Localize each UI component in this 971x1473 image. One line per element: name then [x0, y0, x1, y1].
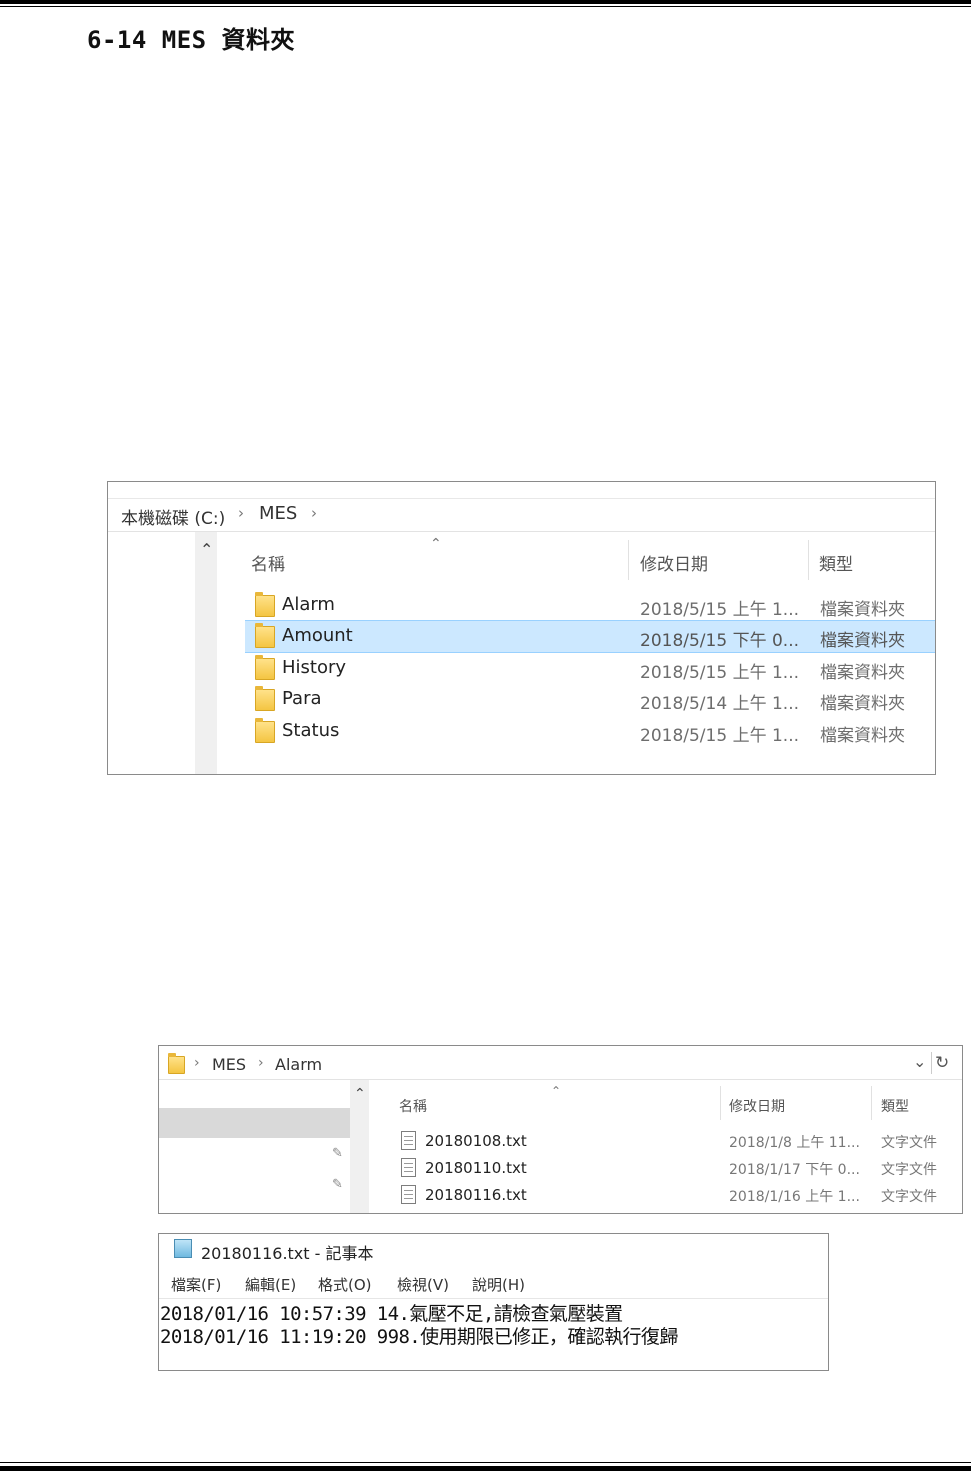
pin-icon[interactable]: ✎: [332, 1146, 343, 1161]
sort-ascending-icon: ⌃: [430, 536, 442, 552]
item-modified: 2018/5/14 上午 1...: [640, 694, 800, 714]
column-header-name[interactable]: 名稱: [399, 1096, 427, 1116]
text-file-icon: [401, 1185, 416, 1204]
menu-file[interactable]: 檔案(F): [171, 1274, 221, 1295]
item-type: 檔案資料夾: [820, 663, 905, 683]
list-item[interactable]: History 2018/5/15 上午 1... 檔案資料夾: [245, 652, 935, 683]
chevron-right-icon: ›: [194, 1055, 200, 1071]
bottom-rule-thick: [0, 1466, 971, 1471]
folder-icon: [255, 623, 275, 648]
item-type: 檔案資料夾: [820, 694, 905, 714]
refresh-icon[interactable]: ↻: [935, 1053, 949, 1073]
item-modified: 2018/5/15 下午 0...: [640, 631, 800, 651]
column-header-type[interactable]: 類型: [819, 550, 853, 575]
item-name: 20180116.txt: [425, 1186, 527, 1204]
folder-icon: [255, 655, 275, 680]
item-name: Alarm: [282, 594, 335, 615]
sort-ascending-icon: ⌃: [551, 1084, 562, 1098]
item-modified: 2018/5/15 上午 1...: [640, 726, 800, 746]
menu-format[interactable]: 格式(O): [318, 1274, 372, 1295]
pin-icon[interactable]: ✎: [332, 1177, 343, 1192]
column-header-name[interactable]: 名稱: [251, 550, 285, 575]
list-item[interactable]: Para 2018/5/14 上午 1... 檔案資料夾: [245, 683, 935, 714]
item-name: 20180110.txt: [425, 1159, 527, 1177]
list-item[interactable]: Status 2018/5/15 上午 1... 檔案資料夾: [245, 715, 935, 746]
chevron-right-icon: ›: [238, 504, 244, 522]
breadcrumb-drive-c[interactable]: 本機磁碟 (C:): [121, 504, 225, 529]
column-divider[interactable]: [808, 540, 809, 580]
column-header-modified[interactable]: 修改日期: [729, 1096, 785, 1116]
item-type: 文字文件: [881, 1135, 937, 1151]
menu-edit[interactable]: 編輯(E): [245, 1274, 296, 1295]
title-bar[interactable]: 20180116.txt - 記事本: [159, 1234, 828, 1266]
menu-help[interactable]: 說明(H): [472, 1274, 525, 1295]
item-modified: 2018/1/8 上午 11...: [729, 1135, 860, 1151]
top-rule-thin: [0, 6, 971, 7]
item-type: 文字文件: [881, 1162, 937, 1178]
menu-view[interactable]: 檢視(V): [397, 1274, 449, 1295]
breadcrumb-mes[interactable]: MES: [212, 1055, 246, 1074]
folder-icon: [255, 592, 275, 617]
breadcrumb-alarm[interactable]: Alarm: [275, 1055, 322, 1074]
scroll-up-arrow-icon[interactable]: ⌃: [200, 540, 213, 559]
notepad-icon: [174, 1239, 192, 1258]
top-rule-thick: [0, 0, 971, 4]
list-item-selected[interactable]: Amount 2018/5/15 下午 0... 檔案資料夾: [245, 620, 935, 653]
item-type: 文字文件: [881, 1189, 937, 1205]
column-divider[interactable]: [720, 1086, 721, 1120]
list-item[interactable]: 20180108.txt 2018/1/8 上午 11... 文字文件: [394, 1128, 962, 1155]
address-bar[interactable]: › MES › Alarm ⌄ ↻: [159, 1046, 962, 1080]
section-heading: 6-14 MES 資料夾: [87, 26, 296, 54]
breadcrumb-mes[interactable]: MES: [259, 503, 297, 524]
column-divider[interactable]: [628, 540, 629, 580]
item-name: Status: [282, 720, 340, 741]
column-header-type[interactable]: 類型: [881, 1096, 909, 1116]
list-item[interactable]: 20180116.txt 2018/1/16 上午 1... 文字文件: [394, 1182, 962, 1209]
folder-icon: [255, 718, 275, 743]
notepad-window: 20180116.txt - 記事本 檔案(F) 編輯(E) 格式(O) 檢視(…: [158, 1233, 829, 1371]
window-title: 20180116.txt - 記事本: [201, 1244, 374, 1263]
item-modified: 2018/5/15 上午 1...: [640, 663, 800, 683]
nav-pane-highlight[interactable]: [159, 1108, 350, 1138]
address-divider: [931, 1052, 932, 1074]
bottom-rule-thin: [0, 1462, 971, 1463]
text-file-icon: [401, 1131, 416, 1150]
chevron-down-icon[interactable]: ⌄: [913, 1052, 926, 1071]
list-item[interactable]: Alarm 2018/5/15 上午 1... 檔案資料夾: [245, 589, 935, 620]
list-item[interactable]: 20180110.txt 2018/1/17 下午 0... 文字文件: [394, 1155, 962, 1182]
item-name: Amount: [282, 625, 353, 646]
item-modified: 2018/5/15 上午 1...: [640, 600, 800, 620]
item-name: History: [282, 657, 347, 678]
chevron-right-icon: ›: [311, 504, 317, 522]
chevron-right-icon: ›: [258, 1055, 264, 1071]
item-modified: 2018/1/17 下午 0...: [729, 1162, 860, 1178]
nav-pane-scrollbar[interactable]: [195, 532, 217, 774]
column-divider[interactable]: [871, 1086, 872, 1120]
item-type: 檔案資料夾: [820, 631, 905, 651]
scroll-up-arrow-icon[interactable]: ⌃: [354, 1086, 366, 1102]
explorer-mes-window: 本機磁碟 (C:) › MES › ⌃ 名稱 ⌃ 修改日期 類型 Alarm 2…: [107, 481, 936, 775]
item-modified: 2018/1/16 上午 1...: [729, 1189, 860, 1205]
item-name: 20180108.txt: [425, 1132, 527, 1150]
menu-bar: 檔案(F) 編輯(E) 格式(O) 檢視(V) 說明(H): [159, 1270, 828, 1296]
text-file-icon: [401, 1158, 416, 1177]
item-type: 檔案資料夾: [820, 726, 905, 746]
column-header-modified[interactable]: 修改日期: [640, 550, 708, 575]
address-bar[interactable]: 本機磁碟 (C:) › MES ›: [108, 482, 935, 532]
folder-icon: [168, 1053, 185, 1074]
folder-icon: [255, 686, 275, 711]
item-type: 檔案資料夾: [820, 600, 905, 620]
explorer-alarm-window: › MES › Alarm ⌄ ↻ ✎ ✎ ⌃ 名稱 ⌃ 修改日期 類型 201…: [158, 1045, 963, 1214]
log-line: 2018/01/16 11:19:20 998.使用期限已修正，確認執行復歸: [160, 1326, 678, 1348]
item-name: Para: [282, 688, 322, 709]
text-editor[interactable]: 2018/01/16 10:57:39 14.氣壓不足,請檢查氣壓裝置 2018…: [159, 1298, 828, 1370]
